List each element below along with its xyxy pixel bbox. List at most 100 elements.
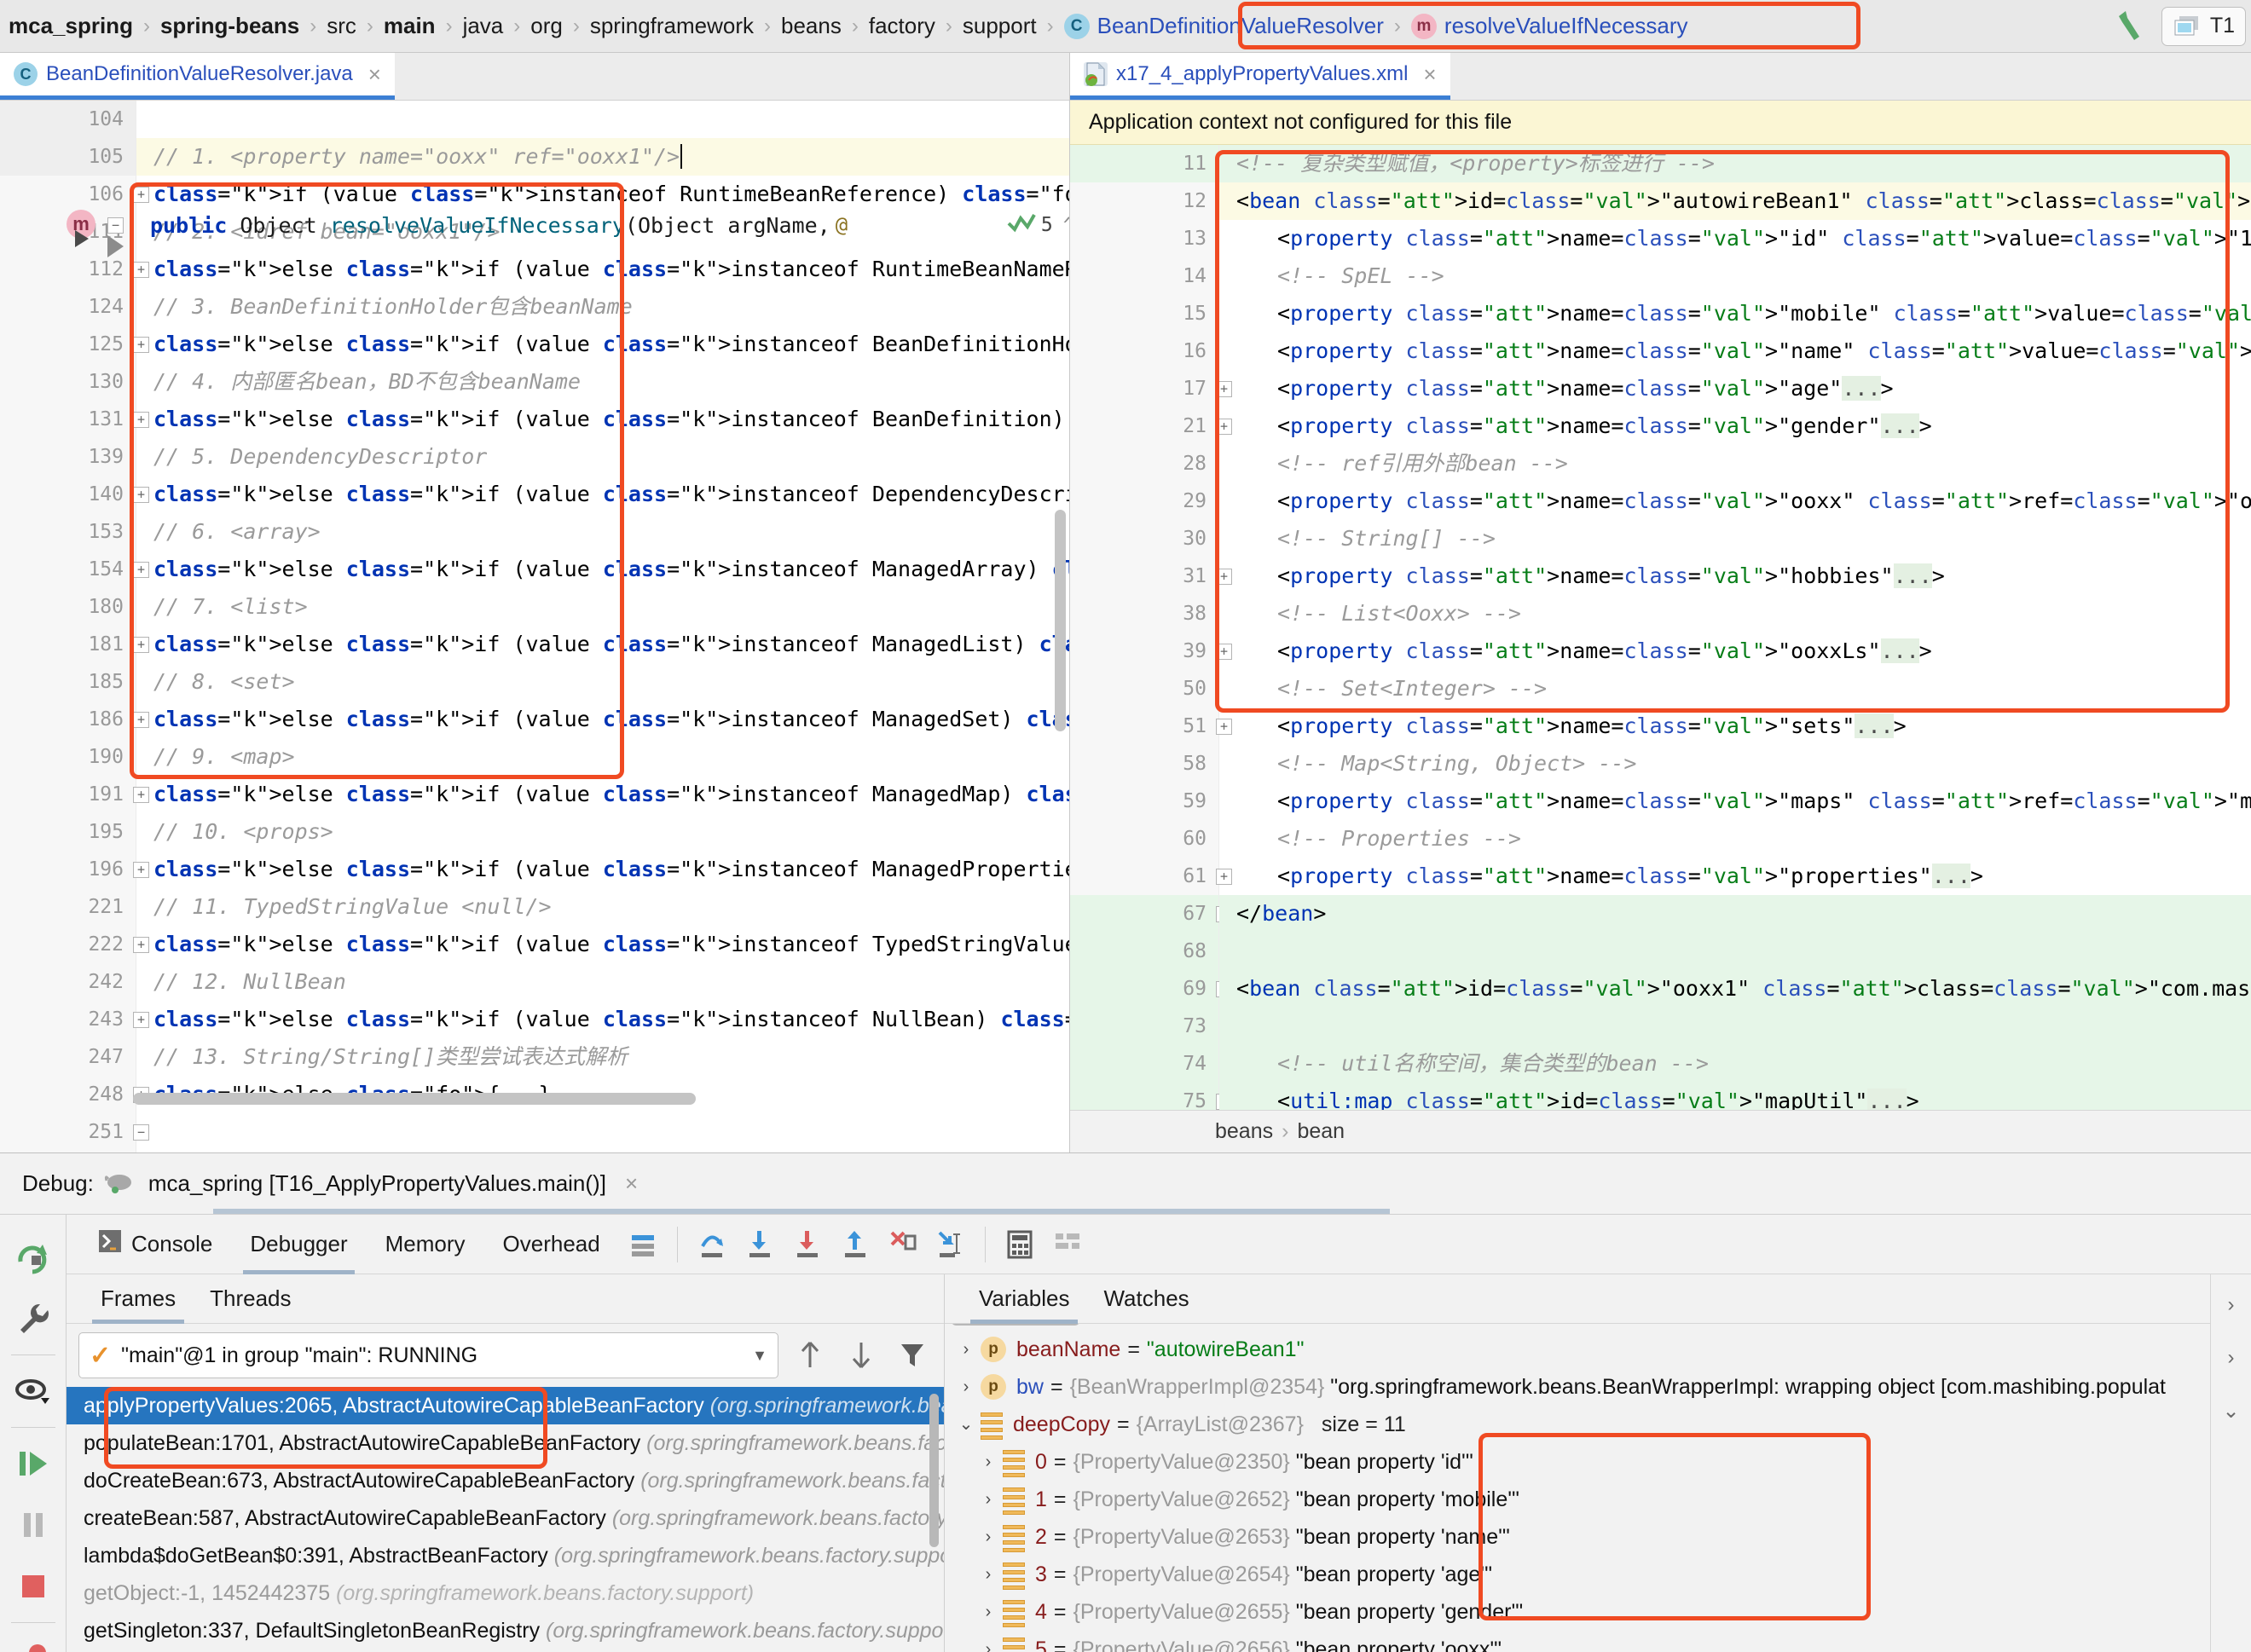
xml-breadcrumb[interactable]: beans › bean — [1070, 1110, 2251, 1152]
java-code-area[interactable]: 104 105 106 +111 112 +124 125 +130 131 +139 140 +1… — [0, 101, 1069, 1152]
close-icon[interactable]: × — [625, 1170, 638, 1197]
run-gutter-arrow-icon[interactable] — [107, 235, 124, 257]
breadcrumb-item-beans[interactable]: beans — [778, 0, 845, 53]
subtab-frames[interactable]: Frames — [84, 1274, 193, 1324]
xml-line-numbers: 1112− 13 14 15 16 17+21+ 28 29 30 31+ 38 39+ 50 51+ 58… — [1070, 145, 1232, 1120]
step-out-icon[interactable] — [831, 1219, 879, 1270]
step-into-icon[interactable] — [736, 1219, 784, 1270]
subtab-threads[interactable]: Threads — [193, 1274, 308, 1324]
frame-row[interactable]: getObject:-1, 1452442375 (org.springfram… — [67, 1574, 944, 1612]
breadcrumb-item-src[interactable]: src — [323, 0, 360, 53]
force-step-into-icon[interactable] — [784, 1219, 831, 1270]
show-execution-point-icon[interactable] — [619, 1219, 667, 1270]
close-icon[interactable]: × — [368, 61, 381, 88]
frame-row[interactable]: createBean:587, AbstractAutowireCapableB… — [67, 1499, 944, 1537]
frame-row[interactable]: doCreateBean:673, AbstractAutowireCapabl… — [67, 1462, 944, 1499]
frames-vertical-scrollbar[interactable] — [929, 1394, 939, 1547]
breadcrumb-item-java[interactable]: java — [460, 0, 507, 53]
frame-row[interactable]: populateBean:1701, AbstractAutowireCapab… — [67, 1424, 944, 1462]
expand-twisty-icon[interactable]: › — [974, 1443, 1003, 1481]
expand-twisty-icon[interactable]: › — [974, 1481, 1003, 1518]
frame-row[interactable]: lambda$doGetBean$0:391, AbstractBeanFact… — [67, 1537, 944, 1574]
expand-twisty-icon[interactable]: › — [952, 1331, 981, 1368]
expand-twisty-icon[interactable]: › — [974, 1518, 1003, 1556]
frames-list[interactable]: applyPropertyValues:2065, AbstractAutowi… — [67, 1387, 944, 1652]
breadcrumb-item-resolvevalueifnecessary[interactable]: m resolveValueIfNecessary — [1408, 0, 1692, 53]
hammer-icon[interactable] — [2110, 8, 2148, 45]
chevron-down-icon-rail[interactable]: ⌄ — [2222, 1399, 2239, 1424]
view-breakpoints-icon[interactable] — [0, 1628, 67, 1652]
variable-row[interactable]: › 5 = {PropertyValue@2656} "bean property '… — [945, 1631, 2210, 1652]
run-to-cursor-icon[interactable] — [927, 1219, 975, 1270]
java-horizontal-scrollbar[interactable] — [133, 1093, 696, 1105]
tab-console[interactable]: Console — [78, 1215, 231, 1274]
step-over-icon[interactable] — [688, 1219, 736, 1270]
expand-twisty-icon[interactable]: ⌄ — [952, 1406, 981, 1443]
breadcrumb-item-factory[interactable]: factory — [865, 0, 939, 53]
tab-BeanDefinitionValueResolver-java[interactable]: C BeanDefinitionValueResolver.java × — [0, 53, 395, 100]
chevron-down-icon[interactable]: ▼ — [752, 1347, 767, 1365]
evaluate-expression-icon[interactable] — [996, 1219, 1044, 1270]
debug-left-rail — [0, 1215, 67, 1652]
breadcrumb-item-org[interactable]: org — [527, 0, 566, 53]
breadcrumb-item-main[interactable]: main — [380, 0, 439, 53]
annotation-inlay-icon[interactable]: @ — [836, 213, 848, 237]
chevron-right-icon-1[interactable]: › — [2228, 1293, 2235, 1317]
xml-code-text[interactable]: <!-- 复杂类型赋值，<property>标签进行 --> <bean clas… — [1219, 145, 2251, 1152]
subtab-watches[interactable]: Watches — [1086, 1274, 1206, 1324]
line-number: 21 + — [1070, 407, 1232, 445]
down-arrow-icon[interactable] — [842, 1336, 881, 1375]
watch-icon[interactable] — [0, 1360, 67, 1422]
drop-frame-icon[interactable] — [879, 1219, 927, 1270]
rerun-icon[interactable] — [0, 1227, 67, 1288]
subtab-variables[interactable]: Variables — [962, 1274, 1086, 1324]
debug-session-name[interactable]: mca_spring [T16_ApplyPropertyValues.main… — [148, 1170, 606, 1197]
breadcrumb-item-mca-spring[interactable]: mca_spring — [5, 0, 136, 53]
thread-selector[interactable]: ✓ "main"@1 in group "main": RUNNING ▼ — [78, 1332, 778, 1378]
breadcrumb-item-beandefinitionvalueresolver[interactable]: C BeanDefinitionValueResolver — [1061, 0, 1387, 53]
debug-session-header: Debug: mca_spring [T16_ApplyPropertyValu… — [0, 1153, 2251, 1215]
variables-tree[interactable]: › p beanName = "autowireBean1" › p bw = {BeanWrap… — [945, 1324, 2210, 1652]
chevron-up-icon[interactable]: ^ — [1063, 213, 1069, 237]
java-vertical-scrollbar[interactable] — [1055, 510, 1066, 731]
xml-breadcrumb-bean[interactable]: bean — [1297, 1119, 1345, 1144]
close-icon[interactable]: × — [1423, 61, 1436, 88]
edit-configurations-icon[interactable] — [0, 1288, 67, 1349]
fold-collapse-icon[interactable]: − — [107, 217, 124, 234]
variable-row[interactable]: › 4 = {PropertyValue@2655} "bean property '… — [945, 1593, 2210, 1631]
layout-settings-icon[interactable] — [1044, 1219, 1091, 1270]
java-gutter[interactable]: 104 105 106 +111 112 +124 125 +130 131 +139 140 +1… — [0, 101, 149, 1152]
frame-row[interactable]: getSingleton:337, DefaultSingletonBeanRe… — [67, 1612, 944, 1649]
xml-breadcrumb-beans[interactable]: beans — [1215, 1119, 1273, 1144]
expand-twisty-icon[interactable]: › — [952, 1368, 981, 1406]
expand-twisty-icon[interactable]: › — [974, 1593, 1003, 1631]
breadcrumb-item-support[interactable]: support — [959, 0, 1040, 53]
variable-row[interactable]: › 2 = {PropertyValue@2653} "bean property '… — [945, 1518, 2210, 1556]
tab-memory[interactable]: Memory — [367, 1215, 484, 1274]
run-configuration-selector[interactable]: T1 — [2161, 6, 2246, 46]
expand-twisty-icon[interactable]: › — [974, 1556, 1003, 1593]
variable-row[interactable]: › 3 = {PropertyValue@2654} "bean property '… — [945, 1556, 2210, 1593]
chevron-right-icon-2[interactable]: › — [2228, 1346, 2235, 1370]
xml-gutter[interactable]: 1112− 13 14 15 16 17+21+ 28 29 30 31+ 38 39+ 50 51+ 58… — [1070, 145, 1232, 1152]
breadcrumb-item-springframework[interactable]: springframework — [587, 0, 757, 53]
expand-twisty-icon[interactable]: › — [974, 1631, 1003, 1652]
variables-horizontal-scrollbar[interactable] — [952, 1324, 1079, 1326]
xml-code-area[interactable]: 1112− 13 14 15 16 17+21+ 28 29 30 31+ 38 39+ 50 51+ 58… — [1070, 145, 2251, 1152]
variable-row[interactable]: › p bw = {BeanWrapperImpl@2354} "org.springf… — [945, 1368, 2210, 1406]
variable-row[interactable]: › 1 = {PropertyValue@2652} "bean property '… — [945, 1481, 2210, 1518]
tab-debugger[interactable]: Debugger — [231, 1215, 366, 1274]
usage-count[interactable]: 5 — [1041, 214, 1053, 236]
frame-row[interactable]: applyPropertyValues:2065, AbstractAutowi… — [67, 1387, 944, 1424]
tab-x17-4-applyPropertyValues-xml[interactable]: x17_4_applyPropertyValues.xml × — [1070, 53, 1450, 100]
variable-row[interactable]: › p beanName = "autowireBean1" — [945, 1331, 2210, 1368]
pause-program-icon[interactable] — [0, 1494, 67, 1556]
tab-overhead[interactable]: Overhead — [484, 1215, 619, 1274]
up-arrow-icon[interactable] — [790, 1336, 830, 1375]
variable-row[interactable]: › 0 = {PropertyValue@2350} "bean property '… — [945, 1443, 2210, 1481]
breadcrumb-item-spring-beans[interactable]: spring-beans — [157, 0, 303, 53]
filter-icon[interactable] — [893, 1336, 932, 1375]
resume-program-icon[interactable] — [0, 1433, 67, 1494]
variable-row[interactable]: ⌄ deepCopy = {ArrayList@2367} size = 11 — [945, 1406, 2210, 1443]
stop-icon[interactable] — [0, 1556, 67, 1617]
